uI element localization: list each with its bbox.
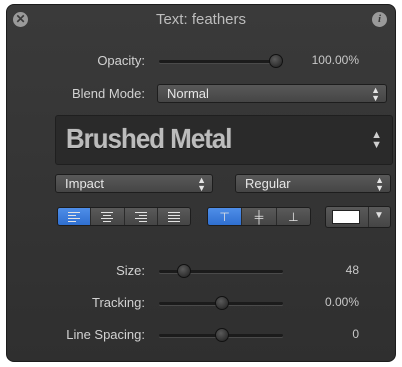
- line-spacing-slider-knob[interactable]: [215, 328, 229, 342]
- tracking-slider[interactable]: [159, 296, 283, 310]
- blend-mode-popup[interactable]: Normal ▲ ▼: [157, 84, 387, 103]
- size-value[interactable]: 48: [287, 263, 359, 277]
- typeface-popup[interactable]: Regular ▲ ▼: [235, 174, 391, 193]
- window-title: Text: feathers: [155, 11, 247, 28]
- size-slider-knob[interactable]: [177, 264, 191, 278]
- vertical-alignment-control: ⊤ ╪ ⊥: [207, 207, 311, 226]
- size-label: Size:: [116, 263, 145, 278]
- line-spacing-label: Line Spacing:: [66, 327, 145, 342]
- color-swatch[interactable]: [332, 210, 360, 224]
- text-style-preset-popup[interactable]: Brushed Metal ▲ ▼: [55, 115, 393, 165]
- align-bottom-icon: ⊥: [288, 210, 299, 224]
- title-bar[interactable]: ✕ Text: feathers i: [7, 5, 395, 35]
- opacity-value[interactable]: 100.00%: [287, 53, 359, 67]
- align-bottom-button[interactable]: ⊥: [276, 208, 310, 225]
- align-middle-button[interactable]: ╪: [242, 208, 277, 225]
- align-left-button[interactable]: [58, 208, 92, 225]
- divider: [368, 207, 369, 227]
- opacity-slider[interactable]: [159, 54, 283, 68]
- face-color-well[interactable]: ▼: [325, 206, 391, 228]
- popup-arrows-icon: ▲ ▼: [371, 129, 382, 151]
- opacity-slider-knob[interactable]: [269, 54, 283, 68]
- align-middle-icon: ╪: [254, 210, 264, 224]
- popup-arrows-icon: ▲ ▼: [197, 175, 206, 193]
- popup-arrows-icon: ▲ ▼: [375, 175, 384, 193]
- blend-mode-value: Normal: [167, 86, 209, 101]
- justify-button[interactable]: [157, 208, 190, 225]
- info-icon[interactable]: i: [372, 12, 387, 27]
- blend-mode-label: Blend Mode:: [72, 86, 145, 101]
- popup-arrows-icon: ▲ ▼: [371, 85, 380, 103]
- typeface-value: Regular: [245, 176, 291, 191]
- align-right-button[interactable]: [124, 208, 158, 225]
- align-top-icon: ⊤: [219, 210, 230, 224]
- tracking-label: Tracking:: [92, 295, 145, 310]
- line-spacing-slider[interactable]: [159, 328, 283, 342]
- font-family-value: Impact: [65, 176, 105, 191]
- opacity-label: Opacity:: [97, 53, 145, 68]
- font-family-popup[interactable]: Impact ▲ ▼: [55, 174, 213, 193]
- style-preview-sample: Brushed Metal: [66, 123, 232, 154]
- align-center-button[interactable]: [91, 208, 125, 225]
- tracking-value[interactable]: 0.00%: [287, 295, 359, 309]
- align-center-icon: [101, 212, 114, 224]
- line-spacing-value[interactable]: 0: [287, 327, 359, 341]
- align-right-icon: [134, 212, 147, 224]
- text-inspector-hud: ✕ Text: feathers i Opacity: 100.00% Blen…: [6, 4, 396, 362]
- horizontal-alignment-control: [57, 207, 191, 226]
- justify-icon: [167, 212, 180, 224]
- opacity-slider-track: [159, 60, 283, 63]
- align-top-button[interactable]: ⊤: [208, 208, 243, 225]
- chevron-down-icon[interactable]: ▼: [374, 210, 384, 221]
- size-slider[interactable]: [159, 264, 283, 278]
- tracking-slider-knob[interactable]: [215, 296, 229, 310]
- align-left-icon: [68, 212, 81, 224]
